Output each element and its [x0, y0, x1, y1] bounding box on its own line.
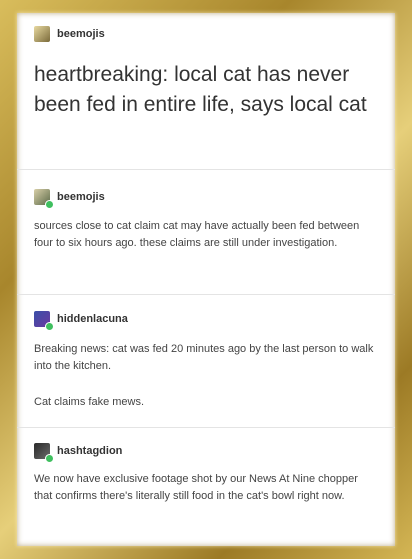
reblog-text: Cat claims fake mews.: [34, 396, 145, 408]
reblog-badge-icon: [45, 454, 54, 463]
username[interactable]: beemojis: [57, 191, 105, 203]
gold-frame: beemojis heartbreaking: local cat has ne…: [0, 0, 412, 559]
username[interactable]: hashtagdion: [57, 445, 122, 457]
reblog-header[interactable]: hiddenlacuna: [34, 311, 128, 331]
reblog-header[interactable]: hashtagdion: [34, 443, 122, 463]
reblog-text: We now have exclusive footage shot by ou…: [34, 473, 358, 502]
post-title: heartbreaking: local cat has never been …: [34, 63, 367, 116]
reblog-badge-icon: [45, 200, 54, 209]
user-avatar-icon[interactable]: [34, 443, 54, 463]
divider: [17, 427, 395, 428]
username[interactable]: beemojis: [57, 28, 105, 40]
post-header[interactable]: beemojis: [34, 26, 105, 42]
reblog-text: sources close to cat claim cat may have …: [34, 220, 360, 249]
username[interactable]: hiddenlacuna: [57, 313, 128, 325]
reblog-header[interactable]: beemojis: [34, 189, 105, 209]
reblog-text: Breaking news: cat was fed 20 minutes ag…: [34, 343, 374, 372]
divider: [17, 294, 395, 295]
reblog-badge-icon: [45, 322, 54, 331]
bee-avatar-icon[interactable]: [34, 26, 50, 42]
tumblr-post-thread: beemojis heartbreaking: local cat has ne…: [17, 13, 395, 546]
user-avatar-icon[interactable]: [34, 311, 54, 331]
bee-avatar-icon[interactable]: [34, 189, 54, 209]
divider: [17, 169, 395, 170]
